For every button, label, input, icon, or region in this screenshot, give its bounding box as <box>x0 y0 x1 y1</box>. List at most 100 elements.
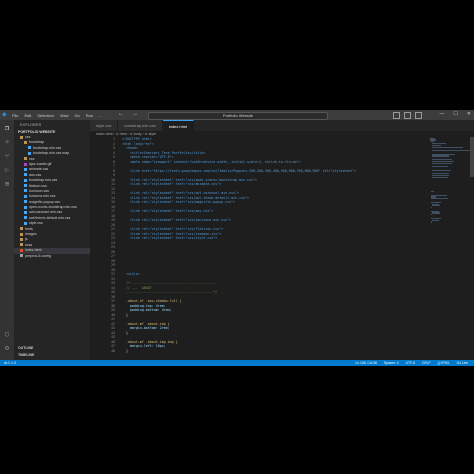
tree-item-label: bootstrap.min.css <box>29 178 58 183</box>
minimize-icon[interactable]: — <box>439 111 444 117</box>
folder-icon <box>20 232 23 236</box>
line-ending-status[interactable]: CRLF <box>422 360 431 366</box>
menu-go[interactable]: Go <box>74 113 79 118</box>
account-icon[interactable]: ◯ <box>3 330 11 338</box>
outline-section[interactable]: OUTLINE <box>18 346 33 350</box>
editor-scrollbar[interactable] <box>470 137 474 177</box>
file-icon <box>24 221 27 225</box>
file-icon <box>28 146 31 150</box>
extensions-icon[interactable]: ⊞ <box>3 180 11 188</box>
explorer-files-icon[interactable]: ❐ <box>3 124 11 132</box>
project-folder-header[interactable]: PORTFOLIO WEBSITE <box>18 130 55 134</box>
command-center-search[interactable]: Portfolio Website <box>148 112 328 120</box>
file-icon <box>24 189 27 193</box>
language-mode[interactable]: {} HTML <box>438 360 450 366</box>
tree-item-label: icomoon.css <box>29 188 49 193</box>
tree-item-label: css <box>29 156 35 161</box>
toggle-panel-icon[interactable] <box>404 112 411 119</box>
explorer-sidebar: EXPLORER PORTFOLIO WEBSITE css bootstrap b… <box>14 120 90 360</box>
vscode-window: ◈ File Edit Selection View Go Run ... ← … <box>0 110 474 366</box>
minimap-line <box>431 150 470 152</box>
nav-buttons: ← → <box>118 111 138 117</box>
file-icon <box>24 178 27 182</box>
tab-label: bootstrap.min.css <box>124 123 156 128</box>
menu-view[interactable]: View <box>60 113 69 118</box>
menu-run[interactable]: Run <box>86 113 93 118</box>
go-live-button[interactable]: Go Live <box>457 360 468 366</box>
minimap-line <box>431 162 452 164</box>
tree-item-label: images <box>25 232 37 237</box>
explorer-title: EXPLORER <box>20 123 42 127</box>
editor-tabs: style.css bootstrap.min.css index.html <box>90 120 474 132</box>
menu-file[interactable]: File <box>12 113 18 118</box>
tree-item-label: ionicons.min.css <box>29 194 56 199</box>
tab-bootstrap-min-css[interactable]: bootstrap.min.css <box>118 120 163 131</box>
tree-item[interactable]: prepros-6.config <box>14 254 90 259</box>
minimap-line <box>430 191 434 193</box>
maximize-icon[interactable]: ☐ <box>453 111 457 117</box>
line-number: 48 <box>111 348 115 353</box>
file-icon <box>24 167 27 171</box>
vscode-logo-icon: ◈ <box>2 112 7 118</box>
tree-item-label: magnific-popup.css <box>29 199 60 204</box>
menu-edit[interactable]: Edit <box>24 113 31 118</box>
minimap-line <box>431 146 464 148</box>
minimap[interactable] <box>430 137 470 360</box>
tree-item-label: animate.css <box>29 167 49 172</box>
tree-item-label: bootstrap <box>29 140 44 145</box>
file-icon <box>24 194 27 198</box>
source-control-icon[interactable]: ⑂ <box>3 152 11 160</box>
file-icon <box>24 211 27 215</box>
file-icon <box>20 248 23 252</box>
problems-status[interactable]: ⊗ 0 ⚠ 0 <box>4 360 16 366</box>
tree-item-label: scss <box>25 242 33 247</box>
code-area[interactable]: <!DOCTYPE html> <html lang="en"> <head> <… <box>122 137 432 353</box>
tab-label: index.html <box>168 124 187 129</box>
minimap-line <box>431 176 449 178</box>
tree-item-label: owl.theme.default.min.css <box>29 215 71 220</box>
tree-item-label: owl.carousel.min.css <box>29 210 63 215</box>
minimap-line <box>430 198 448 200</box>
code-editor[interactable]: 1 2 3 4 5 6 7 8 9 10 11 12 13 14 15 16 17 18 19 20 21 22 23 24 2… <box>90 137 430 360</box>
file-icon <box>20 254 23 258</box>
tree-item-label: css <box>25 135 31 139</box>
folder-icon <box>20 243 23 247</box>
close-icon[interactable]: ✕ <box>467 111 471 117</box>
title-bar: ◈ File Edit Selection View Go Run ... ← … <box>0 110 474 120</box>
file-icon <box>28 151 31 155</box>
toggle-sidebar-icon[interactable] <box>393 112 400 119</box>
tree-item-label: open-iconic-bootstrap.min.css <box>29 205 77 210</box>
folder-icon <box>20 135 23 139</box>
breadcrumb[interactable]: index.html › ⊙ html › ⊙ body › ⊙ style <box>96 132 156 136</box>
minimap-line <box>430 221 432 223</box>
status-bar: ⊗ 0 ⚠ 0 Ln 106, Col 46 Spaces: 4 UTF-8 C… <box>0 360 474 366</box>
customize-layout-icon[interactable] <box>415 112 422 119</box>
tree-item-label: index.html <box>25 248 42 253</box>
folder-icon <box>20 237 23 241</box>
timeline-section[interactable]: TIMELINE <box>18 353 34 357</box>
minimap-line <box>431 205 441 207</box>
search-icon[interactable]: ⌕ <box>3 138 11 146</box>
tree-item-label: style.css <box>29 221 43 226</box>
activity-bar: ❐ ⌕ ⑂ ▷ ⊞ ◯ ⚙ <box>0 120 14 360</box>
folder-icon <box>20 227 23 231</box>
tab-style-css[interactable]: style.css <box>90 120 119 131</box>
layout-controls <box>393 112 422 119</box>
encoding-status[interactable]: UTF-8 <box>406 360 415 366</box>
code-line[interactable]: } <box>122 349 432 354</box>
tab-index-html[interactable]: index.html <box>162 120 194 132</box>
tree-item-label: js <box>25 237 28 242</box>
cursor-position[interactable]: Ln 106, Col 46 <box>355 360 376 366</box>
forward-arrow-icon[interactable]: → <box>132 111 138 117</box>
menu-selection[interactable]: Selection <box>37 113 53 118</box>
tree-item-label: ajax-loader.gif <box>29 161 52 166</box>
run-debug-icon[interactable]: ▷ <box>3 166 11 174</box>
back-arrow-icon[interactable]: ← <box>118 111 124 117</box>
file-tree: css bootstrap bootstrap.min.css bootstrap.m… <box>14 135 90 259</box>
file-icon <box>24 162 27 166</box>
tab-label: style.css <box>96 123 112 128</box>
indentation-status[interactable]: Spaces: 4 <box>384 360 399 366</box>
settings-gear-icon[interactable]: ⚙ <box>3 344 11 352</box>
minimap-line <box>431 155 450 157</box>
menu-more[interactable]: ... <box>99 113 102 118</box>
